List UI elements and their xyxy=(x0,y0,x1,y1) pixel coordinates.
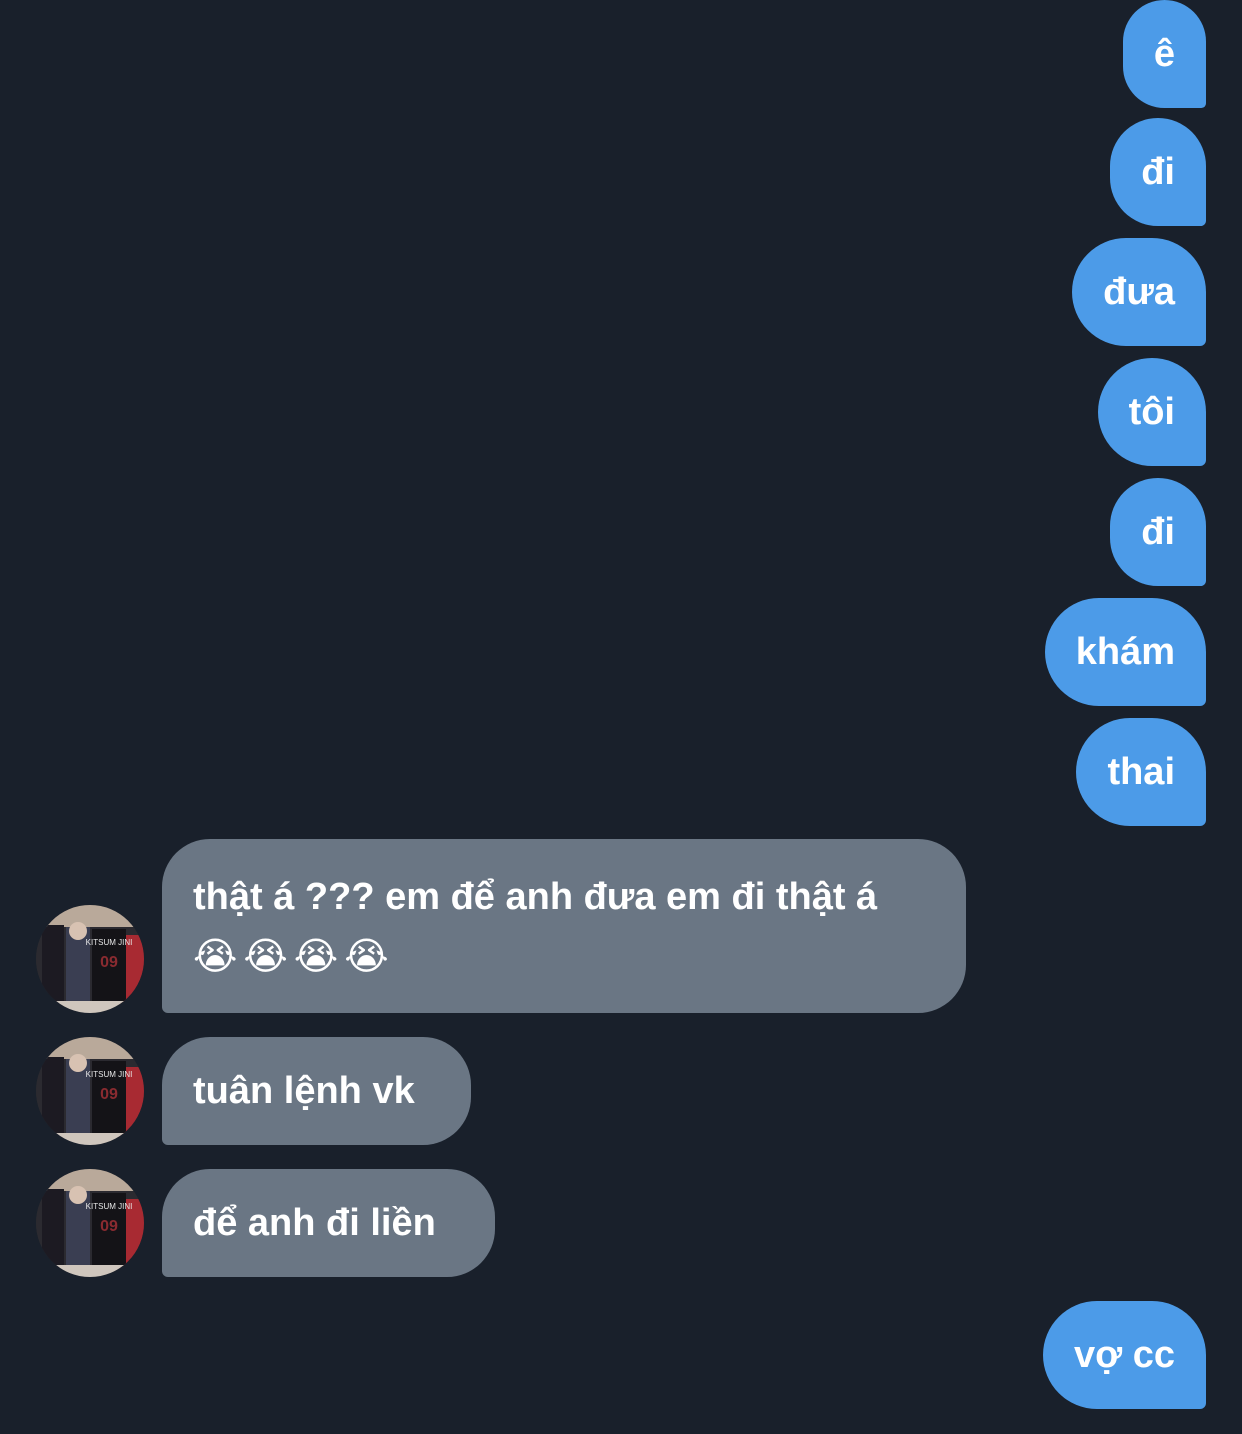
message-text: đi xyxy=(1141,511,1175,553)
jersey-number: 09 xyxy=(100,1218,118,1235)
avatar-icon: KITSUM JINI 09 xyxy=(36,1169,144,1277)
outgoing-message-bubble[interactable]: ê xyxy=(1122,0,1206,108)
message-text: đưa xyxy=(1103,271,1175,313)
outgoing-message-bubble[interactable]: thai xyxy=(1076,718,1206,826)
outgoing-message-bubble[interactable]: khám xyxy=(1044,598,1206,706)
contact-avatar[interactable]: KITSUM JINI 09 xyxy=(36,905,144,1013)
avatar-icon: KITSUM JINI 09 xyxy=(36,905,144,1013)
jersey-text: KITSUM JINI xyxy=(86,938,133,947)
outgoing-message-bubble[interactable]: đi xyxy=(1110,478,1206,586)
incoming-message-bubble[interactable]: để anh đi liền xyxy=(162,1169,495,1277)
message-text: khám xyxy=(1075,631,1175,673)
jersey-text: KITSUM JINI xyxy=(86,1202,133,1211)
jersey-number: 09 xyxy=(100,954,118,971)
contact-avatar[interactable]: KITSUM JINI 09 xyxy=(36,1037,144,1145)
message-text: vợ cc xyxy=(1074,1334,1175,1376)
message-text: tuân lệnh vk xyxy=(193,1070,415,1112)
outgoing-message-bubble[interactable]: đi xyxy=(1110,118,1206,226)
message-text: ê xyxy=(1153,33,1175,75)
message-text: thật á ??? em để anh đưa em đi thật á xyxy=(193,876,878,918)
outgoing-message-bubble[interactable]: vợ cc xyxy=(1043,1301,1206,1409)
contact-avatar[interactable]: KITSUM JINI 09 xyxy=(36,1169,144,1277)
avatar-icon: KITSUM JINI 09 xyxy=(36,1037,144,1145)
message-text: để anh đi liền xyxy=(193,1202,436,1244)
outgoing-message-bubble[interactable]: tôi xyxy=(1097,358,1206,466)
crying-emoji: 😭😭😭😭 xyxy=(193,936,395,978)
message-text: thai xyxy=(1107,751,1175,793)
message-text: tôi xyxy=(1128,391,1175,433)
incoming-message-bubble[interactable]: thật á ??? em để anh đưa em đi thật á 😭😭… xyxy=(162,839,966,1013)
message-text: đi xyxy=(1141,151,1175,193)
jersey-number: 09 xyxy=(100,1086,118,1103)
jersey-text: KITSUM JINI xyxy=(86,1070,133,1079)
outgoing-message-bubble[interactable]: đưa xyxy=(1072,238,1206,346)
incoming-message-bubble[interactable]: tuân lệnh vk xyxy=(162,1037,471,1145)
